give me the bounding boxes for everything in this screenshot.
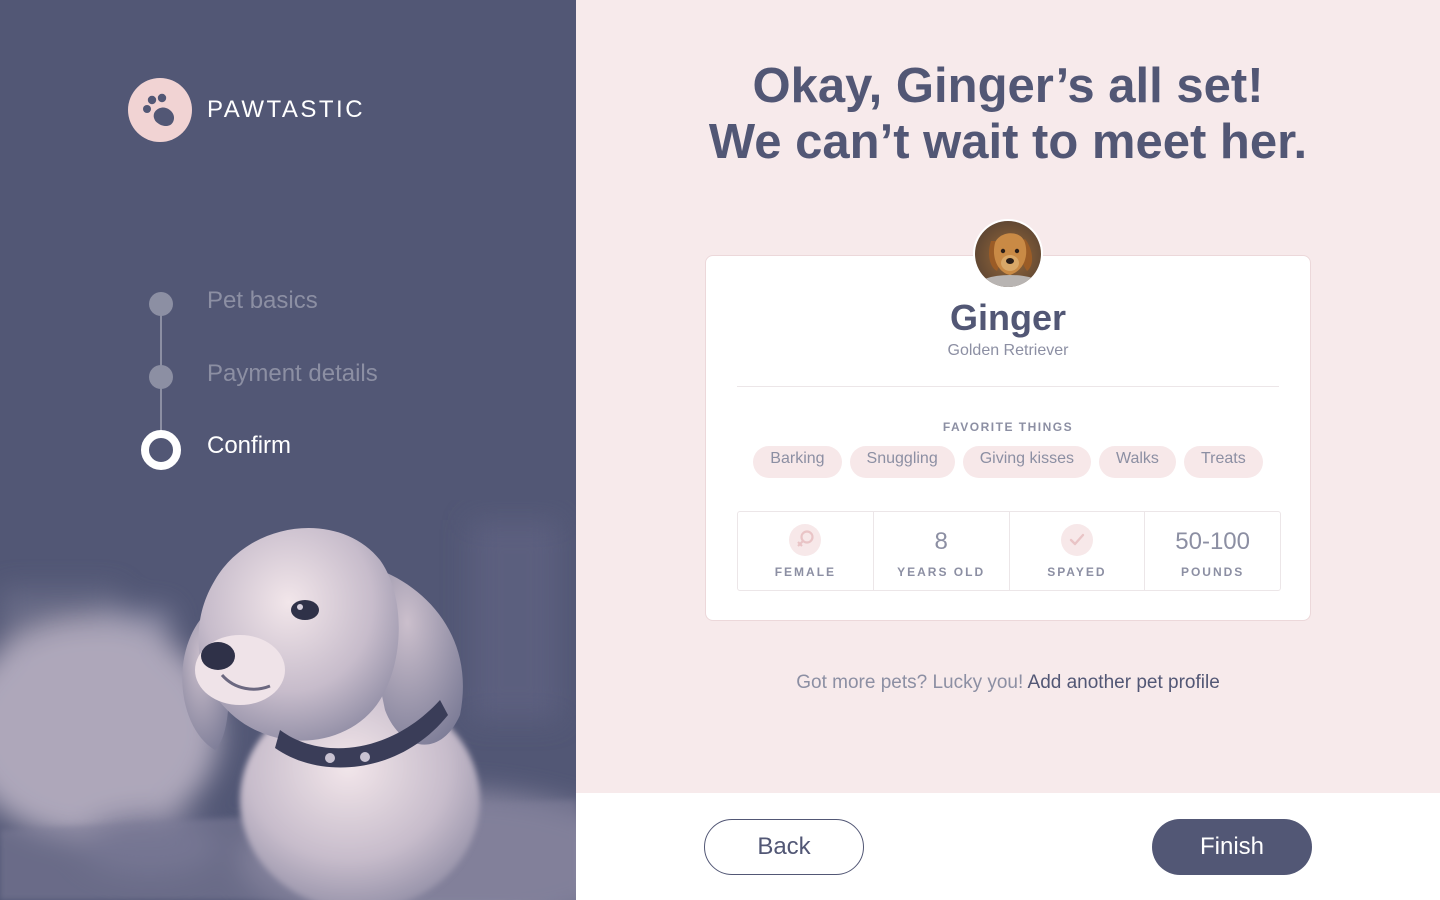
favorite-chip: Treats bbox=[1183, 446, 1263, 478]
pet-breed: Golden Retriever bbox=[947, 342, 1069, 359]
step-current-dot bbox=[141, 430, 181, 470]
step-complete-dot bbox=[149, 292, 173, 316]
favorites-title: FAVORITE THINGS bbox=[942, 420, 1074, 434]
pet-profile-card: Ginger Golden Retriever FAVORITE THINGS … bbox=[705, 255, 1311, 621]
favorite-chip: Walks bbox=[1098, 446, 1176, 478]
headline-line-2: We can’t wait to meet her. bbox=[708, 115, 1308, 169]
back-button[interactable]: Back bbox=[704, 819, 864, 875]
pet-name: Ginger bbox=[949, 297, 1066, 338]
stat-spayed: SPAYED bbox=[1010, 512, 1146, 590]
page-title: Okay, Ginger’s all set! We can’t wait to… bbox=[576, 58, 1440, 170]
step-label: Confirm bbox=[207, 432, 292, 459]
step-label: Pet basics bbox=[207, 287, 318, 314]
add-pet-text: Got more pets? Lucky you! bbox=[796, 672, 1024, 693]
favorites-list: Barking Snuggling Giving kisses Walks Tr… bbox=[706, 446, 1310, 478]
add-pet-prompt: Got more pets? Lucky you! Add another pe… bbox=[576, 672, 1440, 694]
footer-bar: Back Finish bbox=[576, 793, 1440, 900]
stat-value: 50-100 bbox=[1175, 528, 1250, 555]
stat-label: POUNDS bbox=[1180, 565, 1245, 579]
divider bbox=[737, 386, 1279, 387]
stat-age: 8 YEARS OLD bbox=[874, 512, 1010, 590]
stat-sex: FEMALE bbox=[738, 512, 874, 590]
stat-label: FEMALE bbox=[774, 565, 837, 579]
brand: PAWTASTIC bbox=[128, 78, 365, 142]
favorite-chip: Snuggling bbox=[849, 446, 955, 478]
step-label: Payment details bbox=[207, 360, 378, 387]
favorite-chip: Giving kisses bbox=[962, 446, 1091, 478]
paw-icon bbox=[128, 78, 192, 142]
pet-avatar bbox=[973, 219, 1043, 289]
headline-line-1: Okay, Ginger’s all set! bbox=[752, 59, 1264, 113]
puppy-photo bbox=[0, 520, 576, 900]
brand-name: PAWTASTIC bbox=[207, 96, 366, 123]
favorite-chip: Barking bbox=[753, 446, 842, 478]
step-complete-dot bbox=[149, 365, 173, 389]
stat-weight: 50-100 POUNDS bbox=[1145, 512, 1280, 590]
stat-label: SPAYED bbox=[1047, 565, 1107, 579]
sidebar: PAWTASTIC Pet basics Payment details Con… bbox=[0, 0, 576, 900]
check-icon bbox=[1060, 524, 1093, 556]
female-icon bbox=[789, 524, 822, 556]
add-pet-link[interactable]: Add another pet profile bbox=[1028, 672, 1220, 693]
stat-value: 8 bbox=[934, 528, 948, 555]
pet-stats: FEMALE 8 YEARS OLD SPAYED 50-100 POUNDS bbox=[737, 511, 1281, 591]
finish-button[interactable]: Finish bbox=[1152, 819, 1312, 875]
stat-label: YEARS OLD bbox=[897, 565, 986, 579]
